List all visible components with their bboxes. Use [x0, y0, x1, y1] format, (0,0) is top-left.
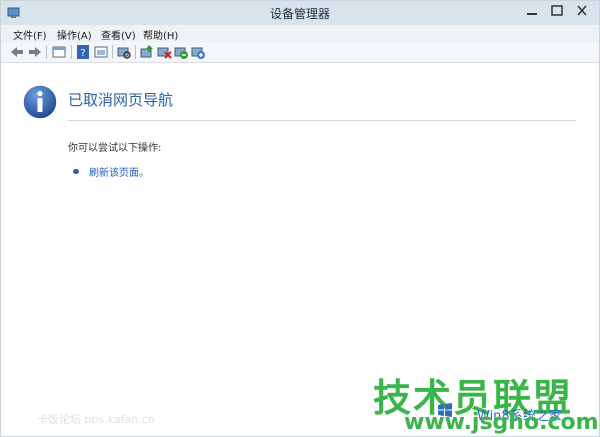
minimize-button[interactable] [521, 2, 543, 20]
watermark-url: www.jsgho.com [404, 410, 599, 435]
svg-text:?: ? [80, 48, 85, 59]
page-title: 已取消网页导航 [68, 91, 174, 109]
watermark-kafan: 卡饭论坛 bbs.kafan.cn [37, 413, 155, 426]
bullet-icon [73, 169, 79, 174]
window-title: 设备管理器 [269, 7, 330, 21]
scan-hardware-icon[interactable] [116, 44, 132, 60]
maximize-button[interactable] [546, 2, 568, 20]
menu-view[interactable]: 查看(V) [101, 27, 136, 42]
view-icon[interactable] [93, 44, 109, 60]
menu-bar: 文件(F) 操作(A) 查看(V) 帮助(H) [1, 25, 599, 42]
toolbar-separator [46, 45, 47, 59]
info-icon [22, 84, 58, 120]
menu-help[interactable]: 帮助(H) [143, 27, 178, 42]
toolbar-separator [112, 45, 113, 59]
close-button[interactable] [571, 2, 593, 20]
disable-icon[interactable] [173, 44, 189, 60]
enable-icon[interactable] [190, 44, 206, 60]
uninstall-icon[interactable] [156, 44, 172, 60]
back-arrow-icon[interactable] [9, 44, 25, 60]
toolbar-separator [135, 45, 136, 59]
menu-file[interactable]: 文件(F) [13, 27, 47, 42]
device-manager-window: 设备管理器 文件(F) 操作(A) 查看(V) 帮助(H) ? 已取消网页导航 … [0, 0, 600, 437]
toolbar-separator [71, 45, 72, 59]
refresh-page-link[interactable]: 刷新该页面。 [89, 164, 149, 179]
help-icon[interactable]: ? [75, 44, 91, 60]
properties-icon[interactable] [51, 44, 67, 60]
forward-arrow-icon[interactable] [27, 44, 43, 60]
menu-action[interactable]: 操作(A) [57, 27, 92, 42]
update-driver-icon[interactable] [139, 44, 155, 60]
divider [68, 120, 576, 121]
hint-text: 你可以尝试以下操作: [68, 143, 162, 154]
title-bar[interactable]: 设备管理器 [1, 1, 599, 25]
toolbar: ? [1, 42, 599, 63]
